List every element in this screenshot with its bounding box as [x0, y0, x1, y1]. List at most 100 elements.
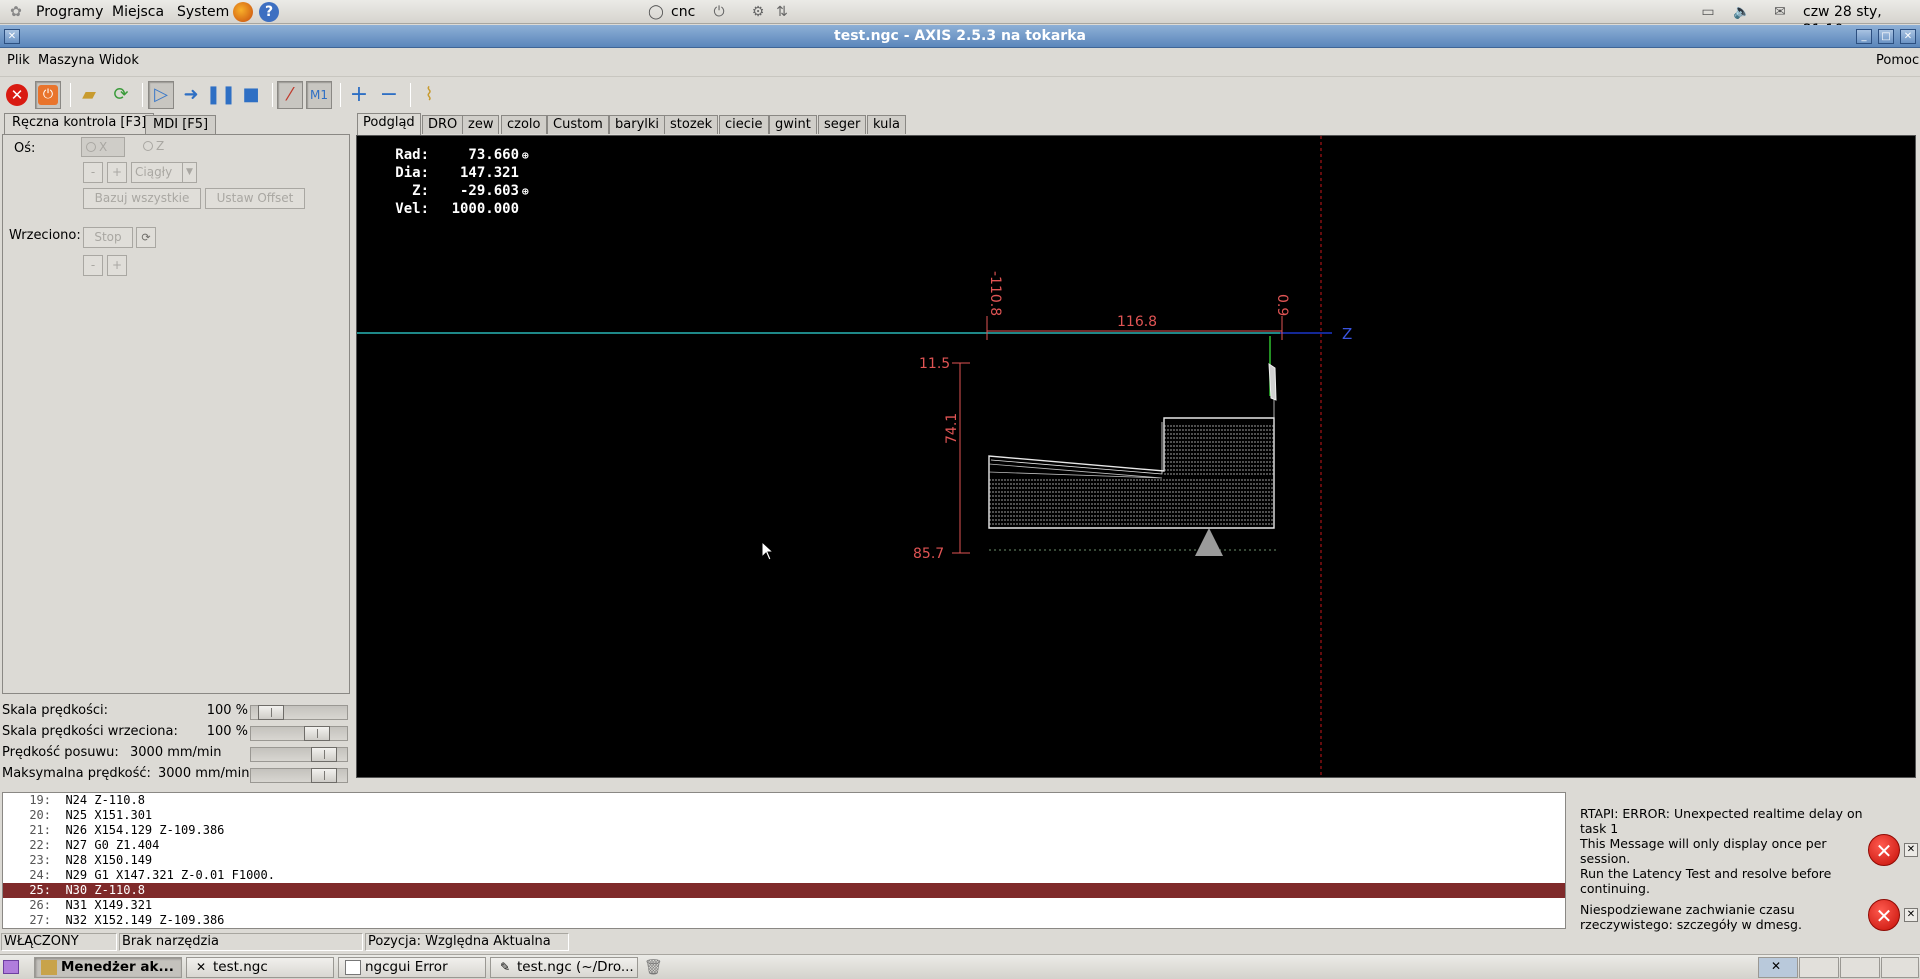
window-titlebar[interactable]: ✕ test.ngc - AXIS 2.5.3 na tokarka _ □ ✕	[0, 25, 1920, 48]
run-button[interactable]: ▷	[148, 81, 174, 109]
close-icon[interactable]: ✕	[1900, 29, 1916, 44]
gcode-line[interactable]: 21: N26 X154.129 Z-109.386	[3, 823, 1565, 838]
gnome-foot-icon[interactable]: ✿	[6, 2, 26, 22]
panel-menu-places[interactable]: Miejsca	[112, 3, 164, 21]
menu-machine[interactable]: Maszyna	[38, 53, 95, 68]
minimize-icon[interactable]: _	[1856, 29, 1872, 44]
jog-minus-button[interactable]: -	[83, 162, 103, 183]
tab-czolo[interactable]: czolo	[501, 115, 547, 134]
gcode-line[interactable]: 20: N25 X151.301	[3, 808, 1565, 823]
spindle-stop-button[interactable]: Stop	[83, 227, 133, 248]
tab-barylki[interactable]: barylki	[609, 115, 666, 134]
network-icon[interactable]: ⚙	[748, 2, 768, 22]
task-ngcgui-error[interactable]: ngcgui Error	[338, 957, 486, 978]
axis-x-radio[interactable]: X	[81, 137, 125, 157]
gcode-line-text: N32 X152.149 Z-109.386	[65, 913, 225, 927]
stop-button[interactable]: ■	[238, 81, 264, 109]
jog-speed-label: Prędkość posuwu:	[2, 745, 119, 760]
workspace-3[interactable]	[1840, 957, 1880, 978]
tab-preview[interactable]: Podgląd	[357, 113, 421, 135]
touch-off-button[interactable]: Ustaw Offset	[205, 188, 305, 209]
notification-close-icon[interactable]: ✕	[1904, 908, 1918, 922]
estop-button[interactable]: ✕	[4, 81, 30, 109]
pause-button[interactable]: ❚❚	[206, 81, 236, 109]
axis-z-radio[interactable]: Z	[139, 137, 179, 157]
feed-override-slider[interactable]	[250, 705, 348, 720]
jog-speed-slider[interactable]	[250, 747, 348, 762]
spindle-direction-button[interactable]: ⟳	[136, 227, 156, 248]
panel-menu-system[interactable]: System	[177, 3, 229, 21]
panel-menu-applications[interactable]: Programy	[36, 3, 103, 21]
max-velocity-slider[interactable]	[250, 768, 348, 783]
workspace-1[interactable]: ✕	[1758, 957, 1798, 978]
show-desktop-icon[interactable]	[3, 960, 19, 974]
workspace-2[interactable]	[1799, 957, 1839, 978]
machine-power-button[interactable]: ⏻	[35, 81, 61, 109]
tab-kula[interactable]: kula	[867, 115, 906, 134]
max-velocity-label: Maksymalna prędkość:	[2, 766, 151, 781]
gcode-line[interactable]: 26: N31 X149.321	[3, 898, 1565, 913]
gcode-line[interactable]: 19: N24 Z-110.8	[3, 793, 1565, 808]
slider-thumb[interactable]	[258, 705, 284, 720]
toolbar-separator	[410, 83, 411, 107]
open-button[interactable]: ▰	[76, 81, 102, 109]
trash-icon[interactable]: 🗑	[644, 958, 663, 976]
tab-zew[interactable]: zew	[462, 115, 500, 134]
power-icon[interactable]: ⏻	[709, 2, 729, 22]
panel-user[interactable]: cnc	[671, 3, 695, 21]
block-delete-button[interactable]: ⁄	[277, 81, 303, 109]
task-editor[interactable]: ✎ test.ngc (~/Dro...	[490, 957, 638, 978]
reload-button[interactable]: ⟳	[108, 81, 134, 109]
tab-custom[interactable]: Custom	[547, 115, 609, 134]
menu-file[interactable]: Plik	[7, 53, 30, 68]
zoom-in-button[interactable]: +	[346, 81, 372, 109]
gcode-line[interactable]: 24: N29 G1 X147.321 Z-0.01 F1000.	[3, 868, 1565, 883]
monitor-icon[interactable]: ▭	[1698, 2, 1718, 22]
spindle-minus-button[interactable]: -	[83, 255, 103, 276]
tab-seger[interactable]: seger	[818, 115, 867, 134]
gcode-line[interactable]: 22: N27 G0 Z1.404	[3, 838, 1565, 853]
task-test-ngc[interactable]: ✕ test.ngc	[186, 957, 334, 978]
slider-thumb[interactable]	[311, 768, 337, 783]
workspace-4[interactable]	[1881, 957, 1919, 978]
slider-thumb[interactable]	[304, 726, 330, 741]
arrow-right-icon: ➜	[183, 84, 199, 105]
gcode-line-current[interactable]: 25: N30 Z-110.8	[3, 883, 1565, 898]
step-button[interactable]: ➜	[178, 81, 204, 109]
notification-close-icon[interactable]: ✕	[1904, 843, 1918, 857]
optional-stop-button[interactable]: M1	[306, 81, 332, 109]
gcode-line[interactable]: 27: N32 X152.149 Z-109.386	[3, 913, 1565, 928]
folder-icon	[41, 960, 57, 975]
tool-status: Brak narzędzia	[119, 933, 363, 951]
volume-icon[interactable]: 🔈	[1732, 2, 1752, 22]
slider-thumb[interactable]	[311, 747, 337, 762]
spindle-plus-button[interactable]: +	[107, 255, 127, 276]
jog-mode-select[interactable]: Ciągły ▼	[131, 162, 197, 183]
menu-view[interactable]: Widok	[99, 53, 139, 68]
tab-ciecie[interactable]: ciecie	[719, 115, 769, 134]
notification-realtime-delay: Niespodziewane zachwianie czasu rzeczywi…	[1580, 902, 1802, 932]
spindle-override-slider[interactable]	[250, 726, 348, 741]
menu-help[interactable]: Pomoc	[1876, 53, 1919, 68]
mail-icon[interactable]: ✉	[1770, 2, 1790, 22]
jog-plus-button[interactable]: +	[107, 162, 127, 183]
firefox-icon[interactable]	[233, 2, 253, 22]
clear-plot-button[interactable]: ⌇	[416, 81, 442, 109]
preview-canvas[interactable]: Rad: 73.660 ⊕ Dia: 147.321 Z: -29.603 ⊕ Vel: 1…	[356, 135, 1916, 778]
tab-mdi[interactable]: MDI [F5]	[145, 115, 217, 134]
update-icon[interactable]: ⇅	[772, 2, 792, 22]
tab-dro[interactable]: DRO	[422, 115, 464, 134]
window-icon	[345, 960, 361, 975]
tab-gwint[interactable]: gwint	[769, 115, 817, 134]
axis-x-label: X	[99, 140, 108, 154]
home-all-button[interactable]: Bazuj wszystkie	[83, 188, 201, 209]
maximize-icon[interactable]: □	[1878, 29, 1894, 44]
zoom-out-button[interactable]: −	[376, 81, 402, 109]
tab-manual-control[interactable]: Ręczna kontrola [F3]	[4, 113, 155, 135]
gcode-listing[interactable]: 19: N24 Z-110.8 20: N25 X151.301 21: N26 X…	[2, 792, 1566, 929]
gcode-line[interactable]: 23: N28 X150.149	[3, 853, 1565, 868]
task-file-manager[interactable]: Menedżer ak...	[34, 957, 182, 978]
tab-stozek[interactable]: stozek	[664, 115, 719, 134]
max-velocity-value: 3000 mm/min	[158, 766, 250, 781]
help-icon[interactable]: ?	[259, 2, 279, 22]
